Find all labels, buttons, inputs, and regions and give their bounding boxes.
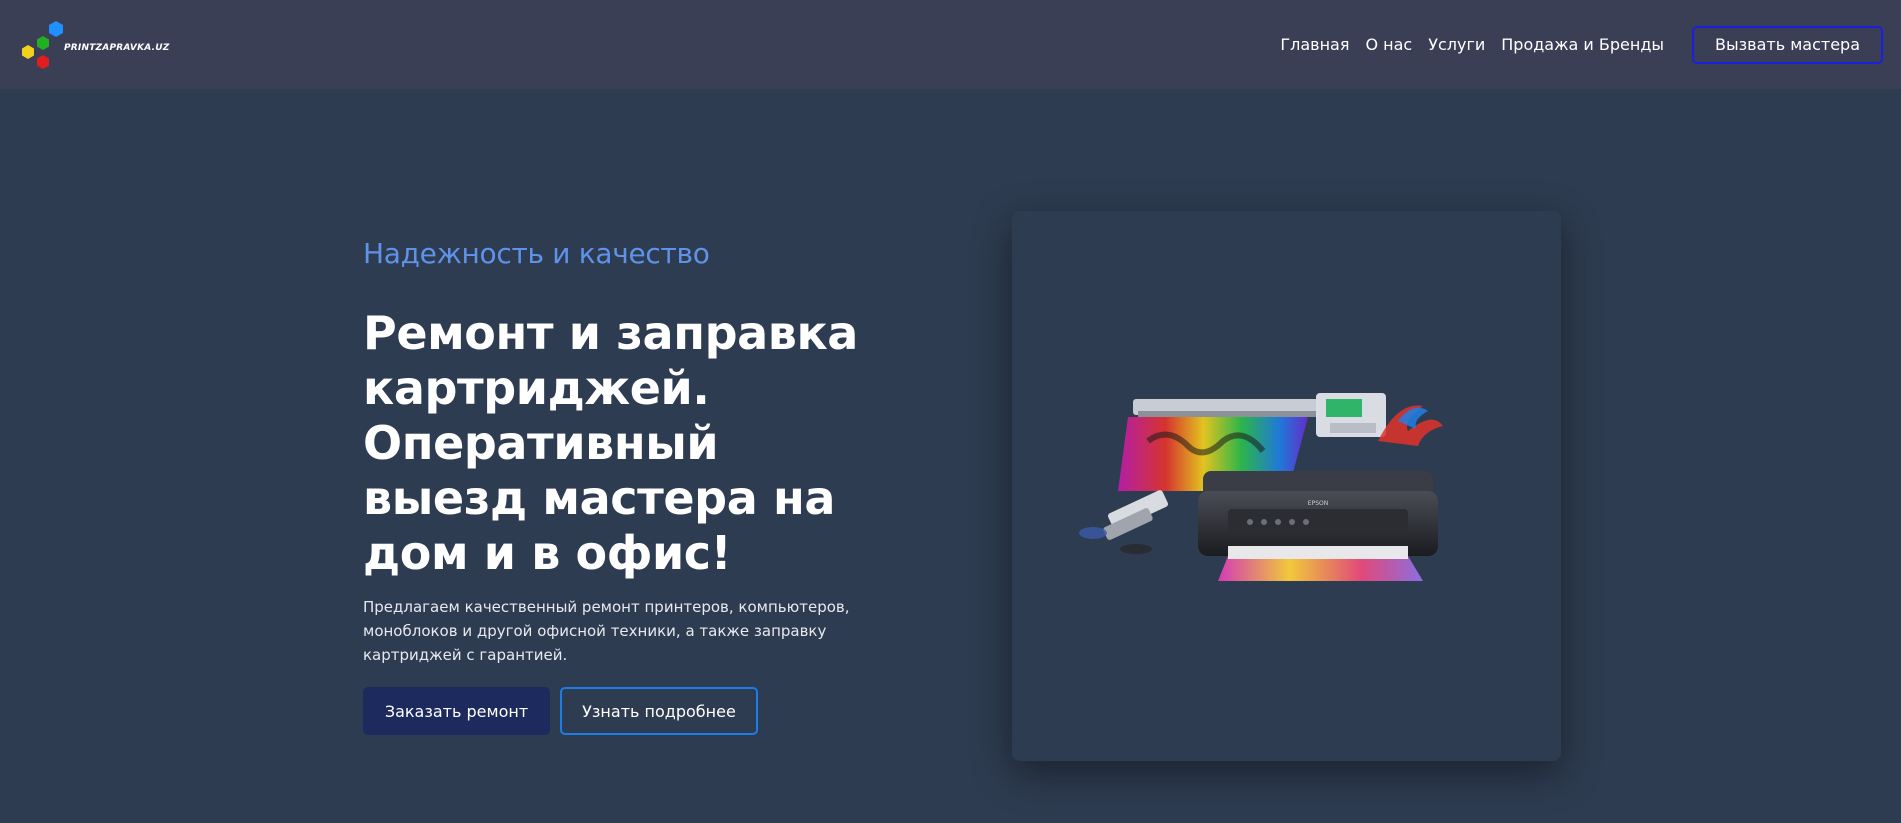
printer-product-image: EPSON: [1079, 393, 1443, 581]
hexagon-cluster-icon: [22, 20, 63, 69]
site-header: PRINTZAPRAVKA.UZ Главная О нас Услуги Пр…: [0, 0, 1901, 89]
hero-buttons: Заказать ремонт Узнать подробнее: [363, 687, 883, 735]
hero-content: Надежность и качество Ремонт и заправка …: [363, 234, 883, 735]
hero-image-card: EPSON: [1012, 211, 1561, 761]
hero-tagline: Надежность и качество: [363, 237, 710, 270]
nav-home[interactable]: Главная: [1280, 35, 1349, 54]
nav-about[interactable]: О нас: [1365, 35, 1412, 54]
order-repair-button[interactable]: Заказать ремонт: [363, 687, 550, 735]
nav-services[interactable]: Услуги: [1428, 35, 1485, 54]
learn-more-button[interactable]: Узнать подробнее: [560, 687, 758, 735]
logo[interactable]: PRINTZAPRAVKA.UZ: [18, 15, 169, 75]
call-master-button[interactable]: Вызвать мастера: [1692, 25, 1883, 64]
printer-brand-label: EPSON: [1308, 500, 1328, 507]
logo-text: PRINTZAPRAVKA.UZ: [64, 42, 170, 53]
main-nav: Главная О нас Услуги Продажа и Бренды Вы…: [1264, 25, 1883, 64]
hero-title: Ремонт и заправка картриджей. Оперативны…: [363, 306, 858, 580]
hero-description: Предлагаем качественный ремонт принтеров…: [363, 598, 850, 664]
nav-sales-brands[interactable]: Продажа и Бренды: [1501, 35, 1664, 54]
